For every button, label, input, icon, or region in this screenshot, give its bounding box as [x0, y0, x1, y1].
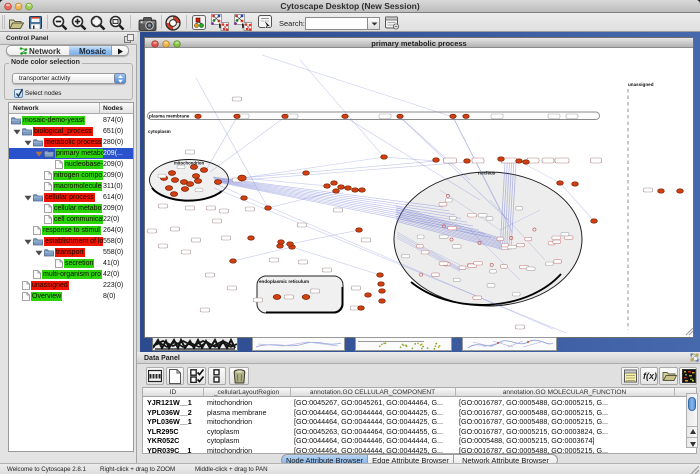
svg-text:endoplasmic reticulum: endoplasmic reticulum [259, 279, 309, 284]
svg-text:cytoplasm: cytoplasm [148, 129, 171, 134]
svg-text:plasma membrane: plasma membrane [149, 114, 190, 119]
svg-text:mitochondrion: mitochondrion [174, 161, 204, 166]
svg-text:unassigned: unassigned [628, 82, 654, 87]
